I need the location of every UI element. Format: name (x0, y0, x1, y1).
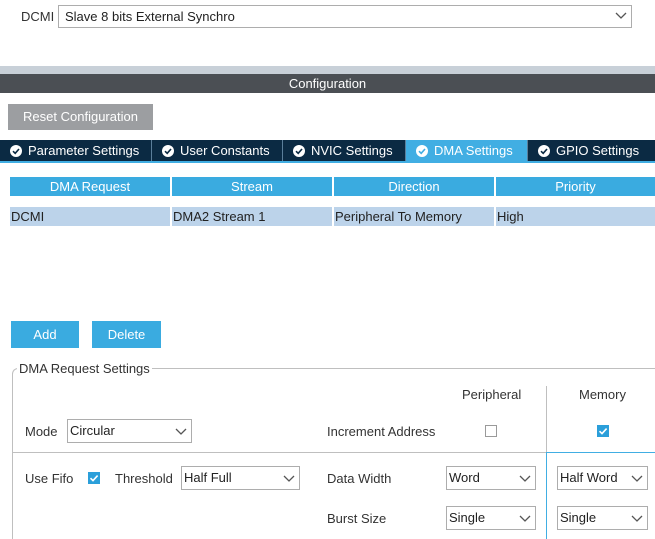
row-divider-accent (547, 452, 655, 453)
tab-user-constants[interactable]: User Constants (152, 140, 283, 161)
mode-select[interactable]: Circular (67, 419, 192, 443)
column-divider (546, 386, 547, 452)
tab-label: DMA Settings (434, 143, 513, 158)
tab-parameter-settings[interactable]: Parameter Settings (0, 140, 152, 161)
table-cell-priority[interactable]: High (496, 207, 655, 226)
check-circle-icon (416, 144, 428, 157)
tab-underline (0, 161, 655, 163)
tab-label: NVIC Settings (311, 143, 393, 158)
add-button[interactable]: Add (11, 321, 79, 348)
use-fifo-label: Use Fifo (25, 471, 74, 486)
column-header-priority[interactable]: Priority (496, 177, 655, 196)
increment-address-label: Increment Address (327, 424, 436, 439)
burst-size-label: Burst Size (327, 511, 387, 526)
tab-gpio-settings[interactable]: GPIO Settings (528, 140, 655, 161)
chevron-down-icon (283, 473, 295, 483)
configuration-header: Configuration (0, 74, 655, 93)
column-header-stream[interactable]: Stream (172, 177, 332, 196)
check-circle-icon (538, 144, 550, 157)
peripheral-header: Peripheral (462, 387, 522, 402)
table-cell-stream[interactable]: DMA2 Stream 1 (172, 207, 332, 226)
row-divider (12, 452, 546, 453)
chevron-down-icon (615, 10, 627, 20)
threshold-select[interactable]: Half Full (181, 466, 300, 490)
table-cell-direction[interactable]: Peripheral To Memory (334, 207, 494, 226)
data-width-memory-select[interactable]: Half Word (557, 466, 648, 490)
delete-button[interactable]: Delete (92, 321, 161, 348)
memory-header: Memory (579, 387, 626, 402)
check-circle-icon (293, 144, 305, 157)
burst-size-memory-select[interactable]: Single (557, 506, 648, 530)
increment-address-memory-checkbox[interactable] (597, 425, 609, 437)
data-width-label: Data Width (327, 471, 392, 486)
tab-nvic-settings[interactable]: NVIC Settings (283, 140, 406, 161)
chevron-down-icon (175, 426, 187, 436)
column-header-dma-request[interactable]: DMA Request (10, 177, 170, 196)
reset-configuration-button[interactable]: Reset Configuration (8, 104, 153, 130)
chevron-down-icon (519, 513, 531, 523)
check-circle-icon (162, 144, 174, 157)
table-cell-dma-request[interactable]: DCMI (10, 207, 170, 226)
settings-tab-bar: Parameter Settings User Constants NVIC S… (0, 140, 655, 161)
splitter-handle[interactable] (0, 66, 655, 74)
mode-label: Mode (25, 424, 58, 439)
chevron-down-icon (631, 473, 643, 483)
dma-request-settings-legend: DMA Request Settings (17, 361, 152, 376)
burst-size-peripheral-value: Single (449, 510, 486, 525)
data-width-peripheral-select[interactable]: Word (446, 466, 536, 490)
column-divider-accent (546, 452, 547, 539)
tab-label: Parameter Settings (28, 143, 140, 158)
tab-label: GPIO Settings (556, 143, 640, 158)
use-fifo-checkbox[interactable] (88, 472, 100, 484)
tab-dma-settings[interactable]: DMA Settings (406, 140, 528, 161)
checkmark-icon (89, 475, 99, 482)
data-width-memory-value: Half Word (560, 470, 618, 485)
threshold-value: Half Full (184, 470, 232, 485)
column-header-direction[interactable]: Direction (334, 177, 494, 196)
chevron-down-icon (631, 513, 643, 523)
burst-size-memory-value: Single (560, 510, 597, 525)
dcmi-mode-value: Slave 8 bits External Synchro (65, 9, 235, 24)
tab-label: User Constants (180, 143, 270, 158)
chevron-down-icon (519, 473, 531, 483)
dcmi-mode-label: DCMI (21, 9, 55, 24)
checkmark-icon (598, 428, 608, 435)
threshold-label: Threshold (115, 471, 173, 486)
mode-value: Circular (70, 423, 115, 438)
check-circle-icon (10, 144, 22, 157)
data-width-peripheral-value: Word (449, 470, 480, 485)
dcmi-mode-select[interactable]: Slave 8 bits External Synchro (58, 5, 632, 28)
burst-size-peripheral-select[interactable]: Single (446, 506, 536, 530)
increment-address-peripheral-checkbox[interactable] (485, 425, 497, 437)
